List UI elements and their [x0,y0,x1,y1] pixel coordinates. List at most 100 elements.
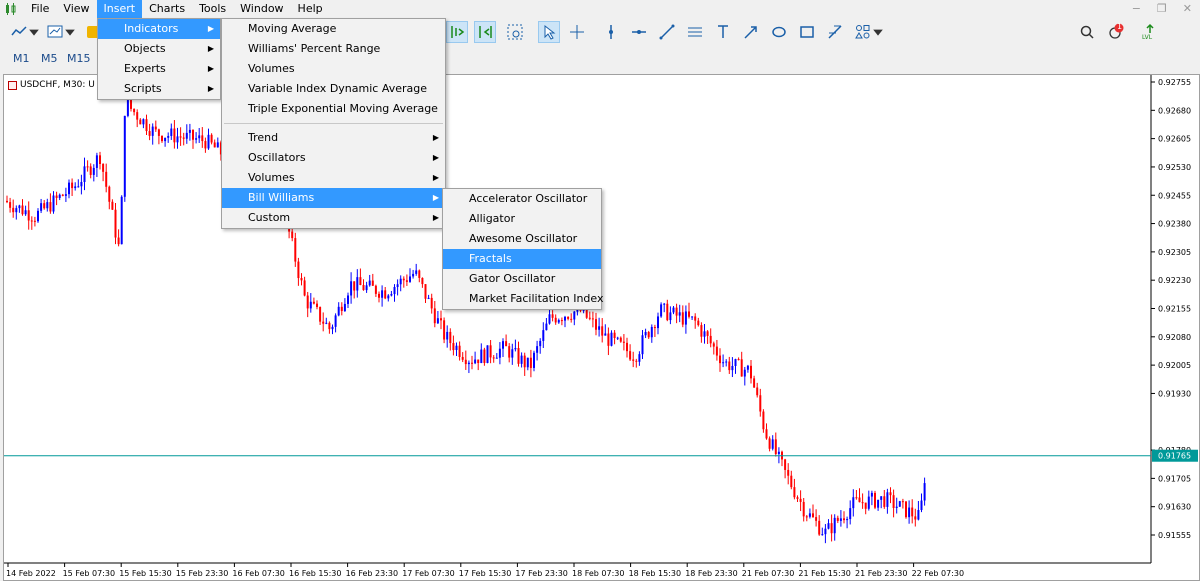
profiles-icon[interactable] [44,21,66,43]
candle-body [728,361,731,371]
insert-menu: Indicators ▶ Objects ▶ Experts ▶ Scripts ▶ [97,18,221,100]
time-tick-label: 16 Feb 07:30 [232,569,284,578]
time-tick-label: 18 Feb 15:30 [629,569,681,578]
menu-view[interactable]: View [56,0,96,18]
menu-help[interactable]: Help [291,0,330,18]
price-tick-label: 0.92380 [1158,220,1191,229]
dropdown-arrow-icon[interactable] [872,21,884,43]
candle-body [619,337,622,342]
candle-body [492,357,495,359]
candle-body [430,297,433,309]
menu-insert[interactable]: Insert [96,0,143,18]
insert-menu-experts[interactable]: Experts ▶ [98,59,220,79]
candle-body [145,119,148,132]
candle-body [108,186,111,202]
insert-menu-objects[interactable]: Objects ▶ [98,39,220,59]
indicators-trend[interactable]: Trend ▶ [222,128,445,148]
candle-body [489,345,492,358]
price-chart[interactable]: 0.92755 0.92680 0.92605 0.92530 0.92455 0.923… [3,74,1200,581]
shapes-icon[interactable] [768,21,790,43]
candle-body [461,356,464,360]
timeframe-m1[interactable]: M1 [13,51,30,67]
scroll-chart-icon[interactable] [446,21,468,43]
candle-body [877,499,880,508]
indicators-volumes[interactable]: Volumes ▶ [222,168,445,188]
candle-body [452,343,455,351]
indicator-volumes[interactable]: Volumes [222,59,445,79]
menu-tools[interactable]: Tools [192,0,233,18]
candlestick-chart[interactable]: 0.92755 0.92680 0.92605 0.92530 0.92455 0.923… [4,75,1199,580]
candle-body [71,182,74,189]
indicators-custom[interactable]: Custom ▶ [222,208,445,228]
candle-body [784,459,787,470]
bw-fractals[interactable]: Fractals [443,249,601,269]
minimize-icon[interactable]: − [1132,2,1141,15]
candle-body [27,210,30,221]
time-tick-label: 15 Feb 07:30 [63,569,115,578]
insert-menu-indicators[interactable]: Indicators ▶ [98,19,220,39]
menu-window[interactable]: Window [233,0,290,18]
dropdown-arrow-icon[interactable] [64,21,76,43]
indicators-oscillators[interactable]: Oscillators ▶ [222,148,445,168]
bw-accelerator-oscillator[interactable]: Accelerator Oscillator [443,189,601,209]
signal-icon[interactable]: LVL [1138,21,1162,43]
autoscroll-icon[interactable] [474,21,496,43]
bw-market-facilitation-index[interactable]: Market Facilitation Index [443,289,604,309]
candle-body [148,131,151,136]
search-icon[interactable] [1076,21,1098,43]
timeframe-m15[interactable]: M15 [67,51,91,67]
candle-body [405,280,408,282]
objects-icon[interactable] [852,21,874,43]
indicator-williams-percent-range[interactable]: Williams' Percent Range [222,39,445,59]
time-tick-label: 17 Feb 07:30 [402,569,454,578]
screenshot-icon[interactable] [504,21,526,43]
bw-gator-oscillator[interactable]: Gator Oscillator [443,269,601,289]
candle-body [204,141,207,149]
indicators-bill-williams[interactable]: Bill Williams ▶ [222,188,445,208]
bw-alligator[interactable]: Alligator [443,209,601,229]
candle-body [37,210,39,222]
menu-file[interactable]: File [24,0,56,18]
candle-body [753,378,756,388]
candle-body [514,348,517,350]
candle-body [836,517,839,521]
candle-body [808,513,811,517]
rectangle-icon[interactable] [796,21,818,43]
fibonacci-icon[interactable] [824,21,846,43]
candle-body [30,220,33,222]
vertical-line-icon[interactable] [600,21,622,43]
candle-body [644,332,647,336]
candle-body [120,196,123,245]
submenu-arrow-icon: ▶ [207,84,214,93]
line-chart-icon[interactable] [8,21,30,43]
notifications-icon[interactable]: 1 [1104,21,1126,43]
text-icon[interactable] [712,21,734,43]
candle-body [309,301,312,309]
restore-icon[interactable]: ❐ [1157,2,1167,15]
candle-body [864,502,867,509]
candle-body [750,365,752,379]
candle-body [216,142,219,148]
trendline-icon[interactable] [656,21,678,43]
arrow-icon[interactable] [740,21,762,43]
dropdown-arrow-icon[interactable] [28,21,40,43]
menu-charts[interactable]: Charts [142,0,192,18]
indicator-vidya[interactable]: Variable Index Dynamic Average [222,79,445,99]
bw-awesome-oscillator[interactable]: Awesome Oscillator [443,229,601,249]
candle-body [368,280,371,286]
insert-menu-scripts[interactable]: Scripts ▶ [98,79,220,99]
crosshair-icon[interactable] [566,21,588,43]
timeframe-m5[interactable]: M5 [41,51,58,67]
price-tick-label: 0.92005 [1158,361,1191,370]
cursor-icon[interactable] [538,21,560,43]
candle-body [570,318,573,320]
price-tick-label: 0.92230 [1158,276,1191,285]
indicator-tema[interactable]: Triple Exponential Moving Average [222,99,445,119]
horizontal-line-icon[interactable] [628,21,650,43]
channel-icon[interactable] [684,21,706,43]
candle-body [126,100,129,116]
candle-body [762,411,765,430]
candle-body [80,181,83,187]
close-icon[interactable]: ✕ [1183,2,1192,15]
indicator-moving-average[interactable]: Moving Average [222,19,445,39]
